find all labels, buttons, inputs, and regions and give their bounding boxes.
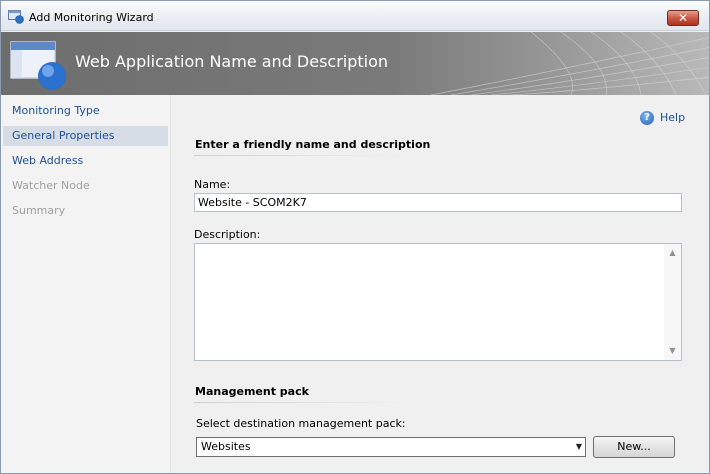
management-pack-value: Websites <box>201 440 251 453</box>
wizard-nav: Monitoring Type General Properties Web A… <box>1 95 171 473</box>
wizard-banner: Web Application Name and Description <box>1 32 709 95</box>
help-label[interactable]: Help <box>660 111 685 124</box>
page-title: Web Application Name and Description <box>75 52 389 71</box>
new-management-pack-button[interactable]: New... <box>593 436 675 458</box>
description-label: Description: <box>194 228 261 241</box>
section-title-management-pack: Management pack <box>195 385 309 398</box>
scroll-up-icon[interactable]: ▲ <box>664 246 681 260</box>
help-icon[interactable]: ? <box>640 111 654 125</box>
wizard-icon <box>8 10 24 24</box>
scroll-down-icon[interactable]: ▼ <box>664 344 681 358</box>
description-field[interactable]: ▲ ▼ <box>194 243 682 361</box>
nav-item-web-address[interactable]: Web Address <box>3 151 168 171</box>
section-divider <box>194 155 412 156</box>
wizard-window: Add Monitoring Wizard ✕ Web Application … <box>0 0 710 474</box>
monitoring-wizard-icon <box>10 41 66 90</box>
section-title-general: Enter a friendly name and description <box>195 138 431 151</box>
management-pack-select[interactable]: Websites ▼ <box>196 437 586 457</box>
nav-item-monitoring-type[interactable]: Monitoring Type <box>3 101 168 121</box>
banner-wave-graphic <box>431 32 709 95</box>
name-field[interactable]: Website - SCOM2K7 <box>194 193 682 212</box>
description-scrollbar[interactable]: ▲ ▼ <box>664 244 681 360</box>
nav-item-summary: Summary <box>12 204 66 217</box>
title-bar[interactable]: Add Monitoring Wizard ✕ <box>1 1 709 31</box>
close-icon: ✕ <box>677 11 689 25</box>
name-label: Name: <box>194 178 231 191</box>
nav-item-watcher-node: Watcher Node <box>12 179 90 192</box>
chevron-down-icon[interactable]: ▼ <box>576 438 582 456</box>
close-button[interactable]: ✕ <box>667 10 699 26</box>
section-divider <box>194 402 412 403</box>
wizard-content: ? Help Enter a friendly name and descrip… <box>172 95 709 473</box>
nav-item-general-properties[interactable]: General Properties <box>3 126 168 146</box>
management-pack-label: Select destination management pack: <box>196 417 406 430</box>
window-title: Add Monitoring Wizard <box>29 11 154 24</box>
